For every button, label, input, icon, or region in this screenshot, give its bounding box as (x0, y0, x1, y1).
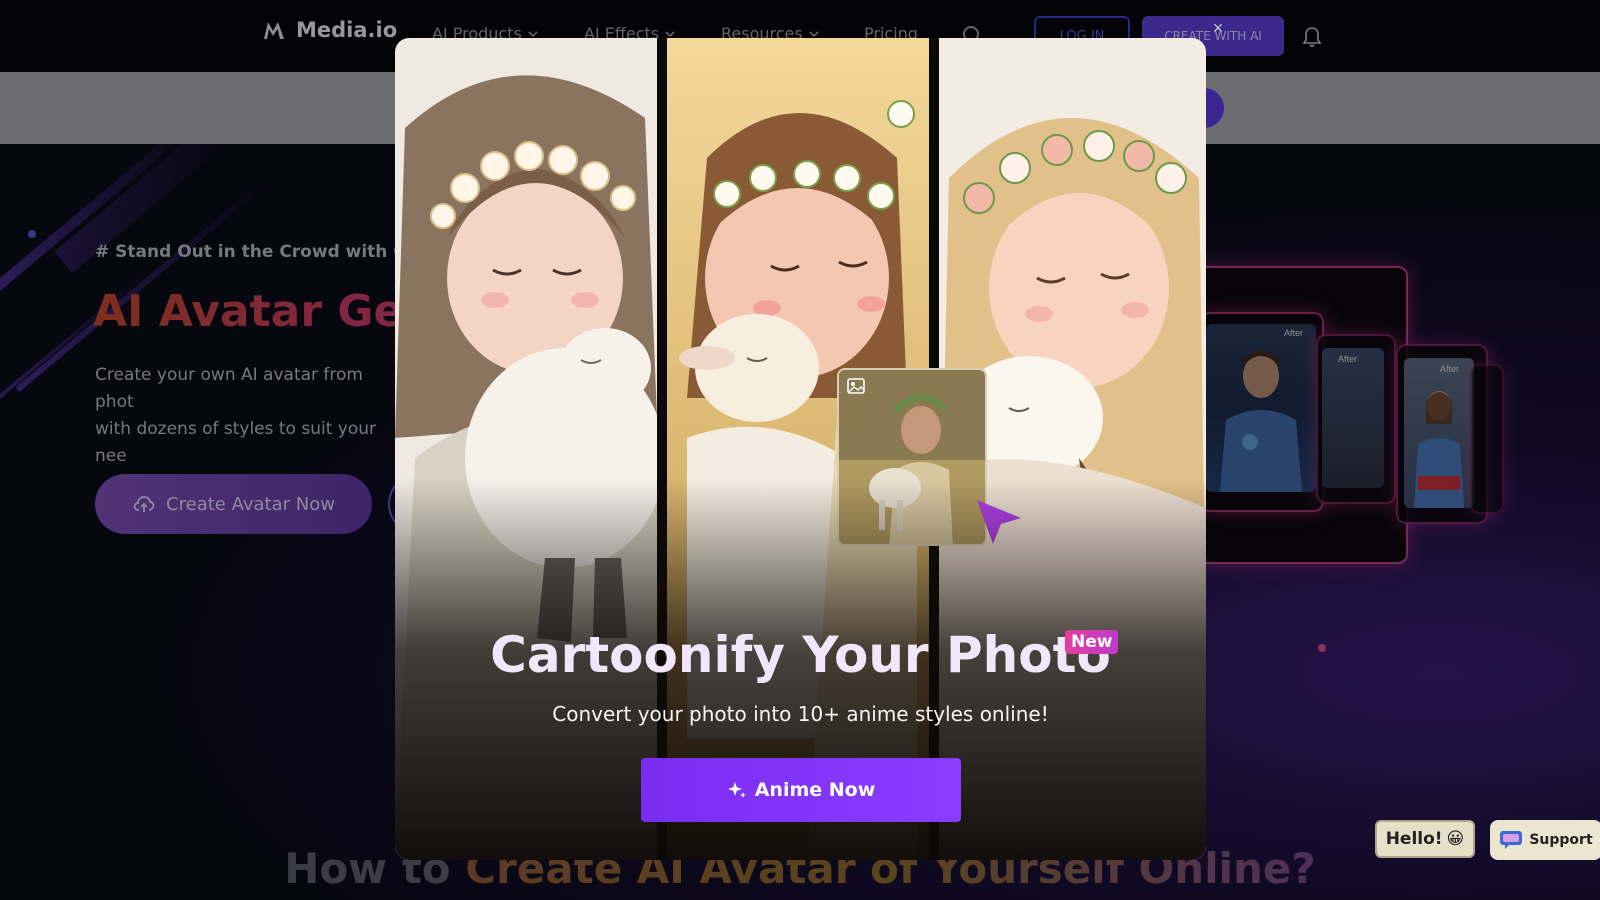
new-badge: New (1065, 630, 1119, 654)
sparkle-icon (727, 782, 746, 798)
promo-modal: Cartoonify Your Photo New Convert your p… (395, 38, 1206, 860)
hello-chat-bubble[interactable]: Hello! 😀 (1375, 820, 1475, 858)
modal-subtitle: Convert your photo into 10+ anime styles… (552, 702, 1049, 726)
image-icon (847, 378, 865, 394)
support-label: Support (1529, 832, 1593, 848)
anime-now-button[interactable]: Anime Now (641, 758, 961, 822)
hello-label: Hello! (1385, 829, 1443, 849)
chat-icon (1500, 831, 1523, 849)
support-button[interactable]: Support (1490, 820, 1600, 860)
close-icon[interactable]: × (1208, 18, 1228, 38)
anime-now-label: Anime Now (754, 779, 876, 801)
smile-emoji-icon: 😀 (1446, 829, 1465, 849)
